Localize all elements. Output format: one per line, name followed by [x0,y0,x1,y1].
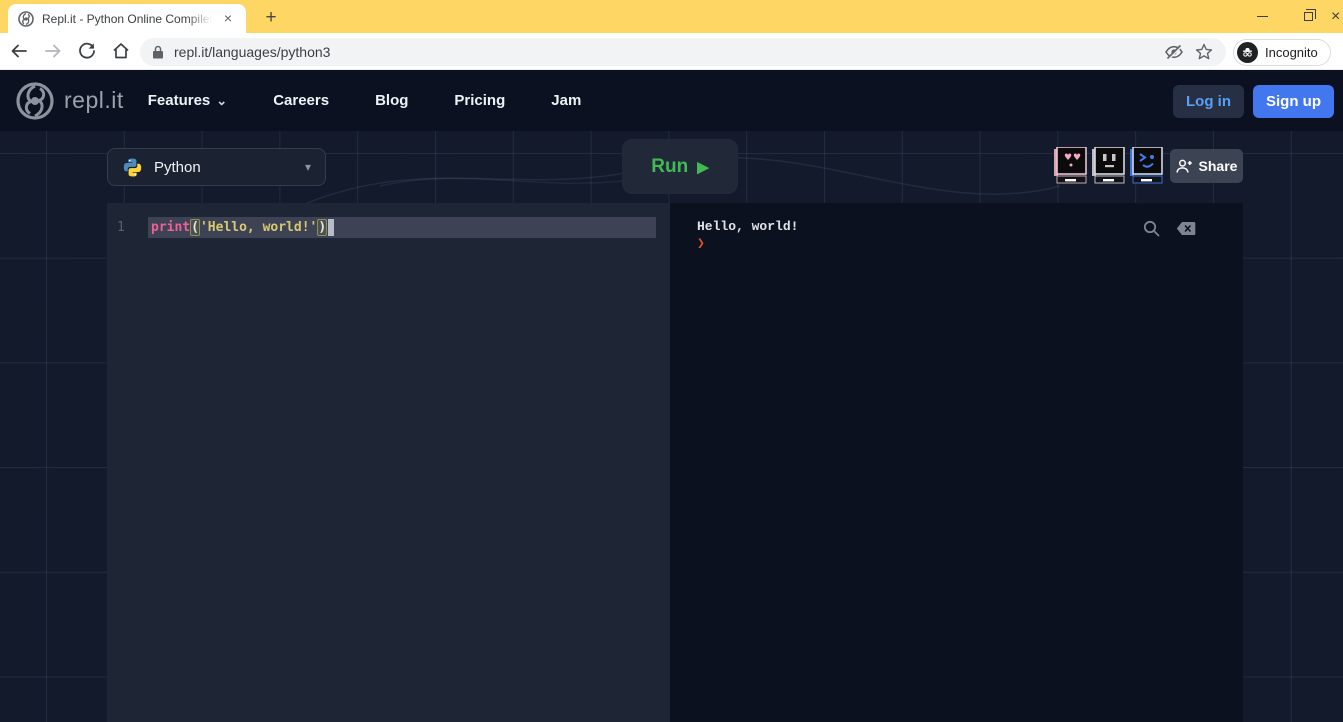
line-number: 1 [117,220,125,235]
incognito-label: Incognito [1265,45,1318,60]
new-tab-button[interactable]: + [258,6,284,32]
code-close-paren: ) [317,219,327,236]
url-text[interactable]: repl.it/languages/python3 [174,44,1154,60]
nav-label: Careers [273,92,329,109]
avatar-wink-computer[interactable] [1129,147,1163,185]
back-button[interactable] [4,36,34,66]
minimize-icon [1257,16,1268,18]
nav-label: Blog [375,92,408,109]
code-editor[interactable]: 1 print('Hello, world!') [107,203,670,722]
nav-item-pricing[interactable]: Pricing [454,82,505,119]
console-toolbar [1140,217,1197,239]
incognito-badge[interactable]: Incognito [1233,39,1331,66]
star-icon [1195,43,1213,61]
nav-label: Pricing [454,92,505,109]
window-controls: × [1239,0,1343,33]
browser-window: Repl.it - Python Online Compiler × + × [0,0,1343,722]
tab-strip: Repl.it - Python Online Compiler × + × [0,0,1343,33]
run-button[interactable]: Run ▶ [622,139,738,194]
logo-text: repl.it [64,87,124,114]
console-clear-button[interactable] [1175,217,1197,239]
close-icon: × [1331,8,1340,26]
eye-off-icon [1164,43,1184,61]
login-button[interactable]: Log in [1173,85,1244,118]
signup-button[interactable]: Sign up [1253,85,1334,118]
nav-item-features[interactable]: Features ⌄ [148,82,227,119]
nav-item-jam[interactable]: Jam [551,82,581,119]
code-keyword: print [151,220,190,235]
browser-tab[interactable]: Repl.it - Python Online Compiler × [8,4,246,33]
window-close-button[interactable]: × [1331,0,1343,33]
tab-title: Repl.it - Python Online Compiler [42,12,212,26]
share-button[interactable]: Share [1170,149,1243,183]
forward-arrow-icon [43,41,63,61]
code-open-paren: ( [190,219,200,236]
share-label: Share [1199,158,1238,174]
nav-label: Jam [551,92,581,109]
site-header: repl.it Features ⌄ Careers Blog Pricing … [0,70,1343,131]
avatar-neutral-computer[interactable] [1091,147,1125,185]
backspace-icon [1176,221,1196,236]
lock-icon [152,45,164,59]
avatar-group: ♥ ♥ [1053,147,1163,185]
avatar-hearts-computer[interactable]: ♥ ♥ [1053,147,1087,185]
search-icon [1142,219,1161,238]
bookmark-star-button[interactable] [1194,42,1214,62]
code-string: 'Hello, world!' [200,220,317,235]
back-arrow-icon [9,41,29,61]
window-restore-button[interactable] [1285,0,1331,33]
nav-label: Features [148,92,211,109]
play-icon: ▶ [697,158,709,176]
auth-buttons: Log in Sign up [1173,85,1334,118]
replit-logo[interactable]: repl.it [14,80,124,122]
tab-close-button[interactable]: × [220,11,236,27]
nav-item-blog[interactable]: Blog [375,82,408,119]
home-icon [111,41,131,61]
window-minimize-button[interactable] [1239,0,1285,33]
incognito-icon [1237,42,1258,63]
output-console[interactable]: Hello, world! ❯ [670,203,1243,722]
svg-text:♥: ♥ [1073,153,1081,163]
nav-item-careers[interactable]: Careers [273,82,329,119]
home-button[interactable] [106,36,136,66]
forward-button[interactable] [38,36,68,66]
invite-person-icon [1176,159,1193,174]
restore-icon [1304,12,1313,21]
console-search-button[interactable] [1140,217,1162,239]
select-caret-icon: ▾ [305,160,311,174]
reload-button[interactable] [72,36,102,66]
replit-swirl-icon [14,80,56,122]
chevron-down-icon: ⌄ [216,97,227,105]
language-selector-value: Python [154,159,294,176]
python-logo-icon [122,157,143,178]
preview-toggle-button[interactable] [1164,42,1184,62]
language-selector[interactable]: Python ▾ [107,148,326,186]
reload-icon [77,41,97,61]
site-nav: Features ⌄ Careers Blog Pricing Jam [148,82,628,119]
console-output-line: Hello, world! [697,219,798,234]
run-label: Run [651,156,688,178]
browser-toolbar: repl.it/languages/python3 [0,33,1343,70]
replit-favicon-icon [18,11,34,27]
code-line[interactable]: print('Hello, world!') [148,217,656,238]
svg-text:♥: ♥ [1064,153,1072,163]
address-bar[interactable]: repl.it/languages/python3 [140,38,1226,66]
workspace: Python ▾ Run ▶ ♥ ♥ [0,131,1343,722]
console-prompt: ❯ [697,236,705,251]
text-cursor [328,219,334,236]
